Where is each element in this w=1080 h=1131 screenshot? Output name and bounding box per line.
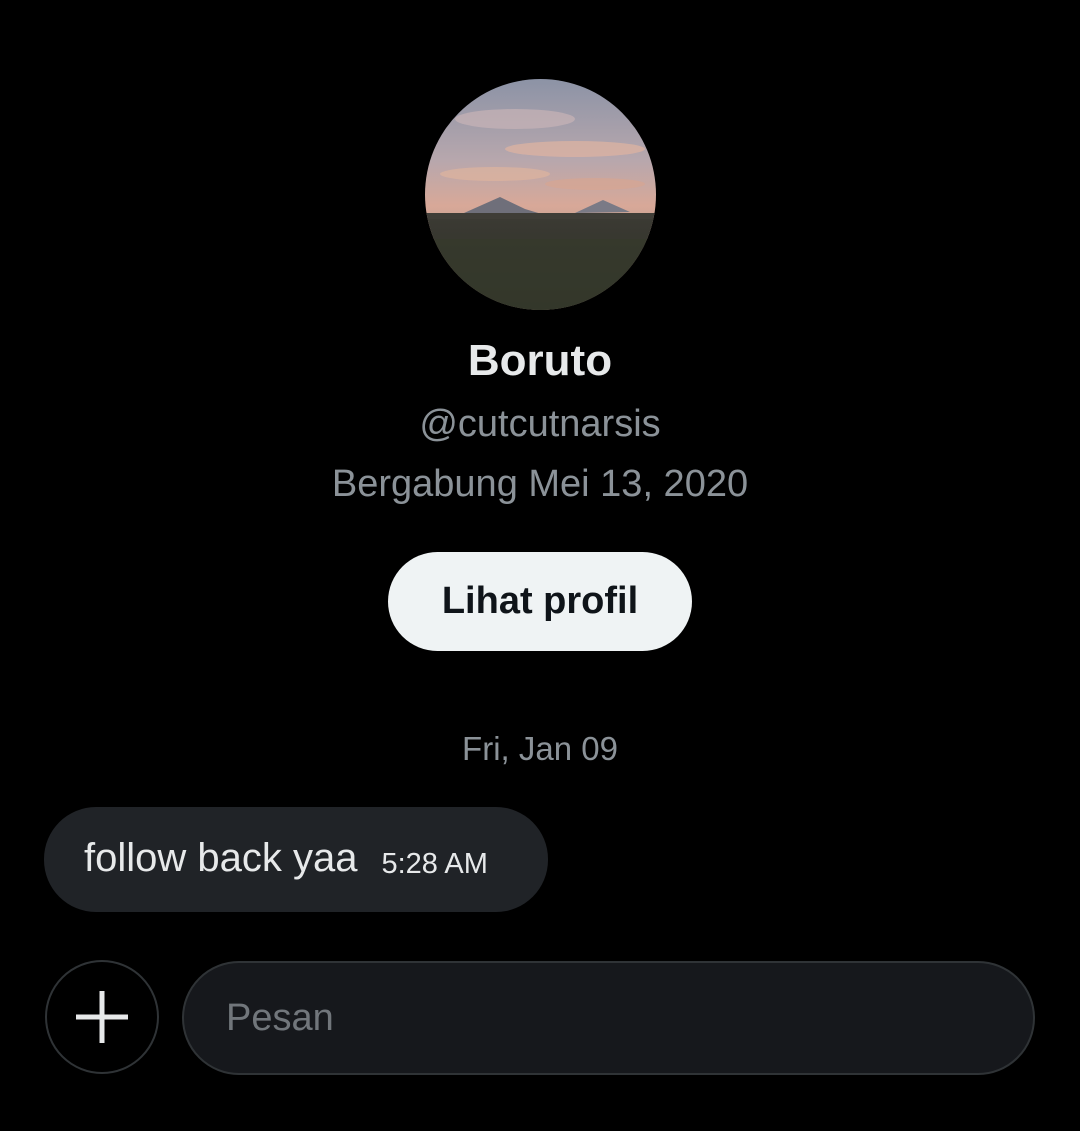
profile-handle: @cutcutnarsis [419,403,661,445]
plus-icon [76,991,128,1043]
message-input[interactable] [226,963,986,1073]
profile-display-name: Boruto [467,336,613,385]
message-timestamp: 5:28 AM [381,848,488,880]
profile-joined-date: Bergabung Mei 13, 2020 [331,463,749,505]
date-divider: Fri, Jan 09 [462,730,618,767]
message-bubble[interactable]: follow back yaa 5:28 AM [44,807,548,912]
message-text: follow back yaa [84,835,358,880]
message-composer[interactable] [182,961,1035,1075]
view-profile-button[interactable]: Lihat profil [388,552,692,651]
profile-avatar[interactable] [425,79,656,310]
avatar-landscape-image [425,79,656,310]
add-attachment-button[interactable] [45,960,159,1074]
